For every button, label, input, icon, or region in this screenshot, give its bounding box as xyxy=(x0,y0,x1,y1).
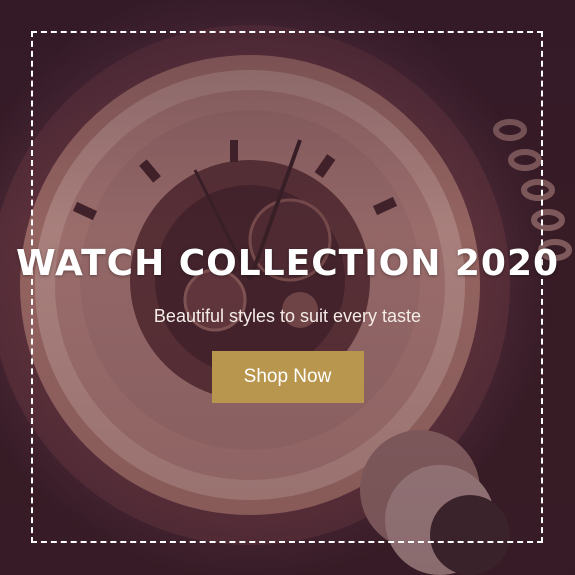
banner-content: WATCH COLLECTION 2020 Beautiful styles t… xyxy=(0,0,575,575)
banner-subtitle: Beautiful styles to suit every taste xyxy=(153,306,422,326)
promo-banner: WATCH COLLECTION 2020 Beautiful styles t… xyxy=(0,0,575,575)
shop-now-button[interactable]: Shop Now xyxy=(211,351,364,403)
banner-title: WATCH COLLECTION 2020 xyxy=(15,243,560,284)
